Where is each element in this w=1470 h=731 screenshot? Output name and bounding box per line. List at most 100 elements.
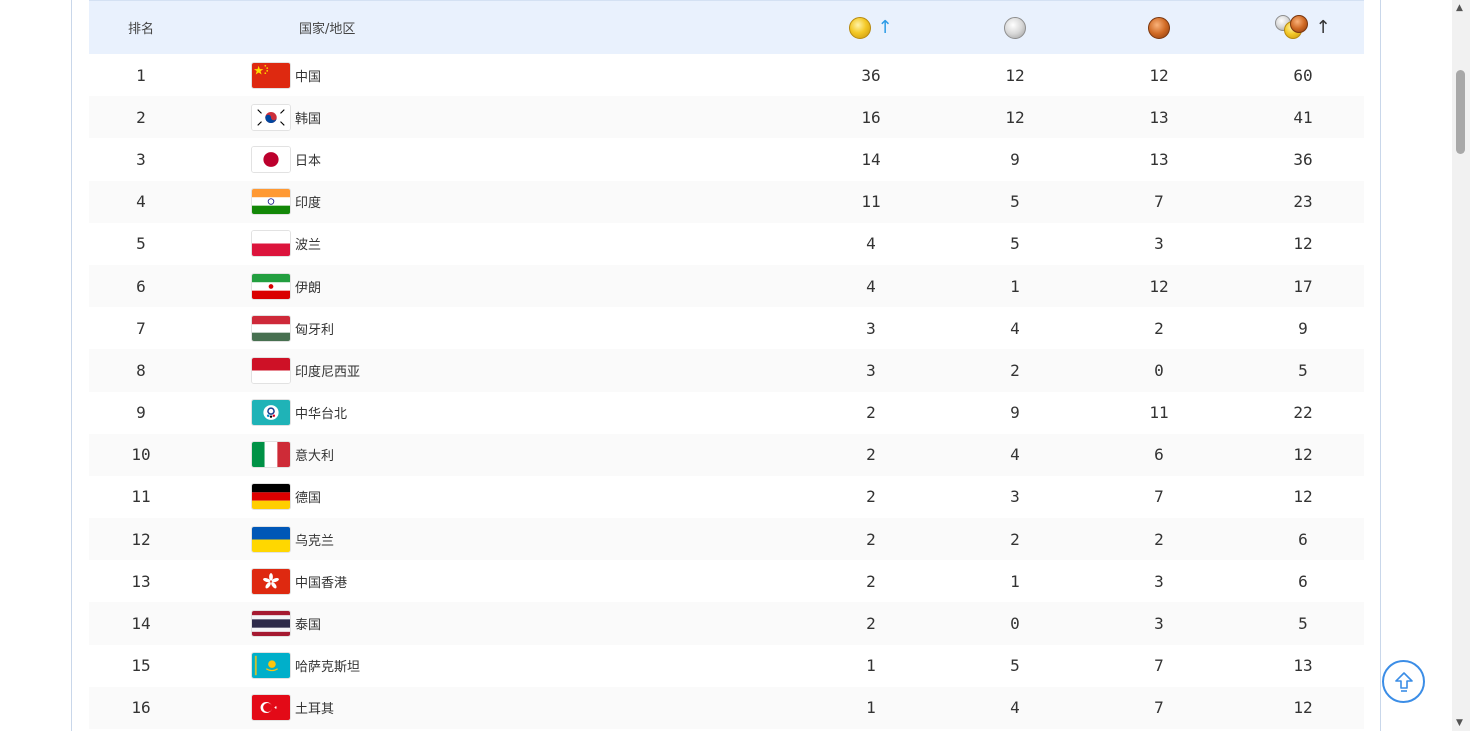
country-cell[interactable]: 日本 — [193, 145, 799, 173]
flag-kz-icon — [251, 652, 291, 680]
arrow-up-icon — [1394, 671, 1413, 692]
rank-cell: 9 — [136, 403, 146, 423]
back-to-top-button[interactable] — [1382, 660, 1425, 703]
country-cell[interactable]: 中华台北 — [193, 399, 799, 427]
table-row: 3 日本 14 9 13 36 — [89, 138, 1364, 180]
rank-cell: 14 — [131, 614, 151, 634]
rank-cell: 16 — [131, 698, 151, 718]
country-cell[interactable]: 波兰 — [193, 230, 799, 258]
country-cell[interactable]: 乌克兰 — [193, 525, 799, 553]
flag-cn-icon — [251, 61, 291, 89]
bronze-count: 12 — [1149, 276, 1169, 296]
table-row: 15 哈萨克斯坦 1 5 7 13 — [89, 645, 1364, 687]
silver-count: 12 — [1005, 65, 1025, 85]
country-name: 日本 — [295, 153, 322, 169]
country-name: 印度尼西亚 — [295, 364, 361, 380]
gold-count: 4 — [866, 234, 876, 254]
gold-count: 16 — [861, 107, 881, 127]
flag-pl-icon — [251, 230, 291, 258]
country-cell[interactable]: 匈牙利 — [193, 314, 799, 342]
country-cell[interactable]: 印度尼西亚 — [193, 356, 799, 384]
header-silver-sort[interactable] — [943, 16, 1087, 39]
table-row: 2 韩国 16 12 13 41 — [89, 96, 1364, 139]
silver-medal-icon — [1004, 16, 1026, 39]
total-count: 6 — [1298, 571, 1308, 591]
header-total-sort[interactable]: ↑ — [1231, 14, 1375, 41]
rank-cell: 4 — [136, 192, 146, 212]
total-count: 9 — [1298, 318, 1308, 338]
table-row: 14 泰国 2 0 3 5 — [89, 602, 1364, 645]
table-row: 4 印度 11 5 7 23 — [89, 180, 1364, 223]
gold-count: 3 — [866, 360, 876, 380]
silver-count: 3 — [1010, 487, 1020, 507]
total-count: 5 — [1298, 614, 1308, 634]
country-name: 伊朗 — [295, 280, 322, 296]
table-row: 7 匈牙利 3 4 2 9 — [89, 307, 1364, 349]
table-row: 5 波兰 4 5 3 12 — [89, 223, 1364, 265]
total-count: 5 — [1298, 360, 1308, 380]
gold-count: 1 — [866, 656, 876, 676]
scroll-thumb[interactable] — [1456, 70, 1465, 154]
country-cell[interactable]: 意大利 — [193, 441, 799, 469]
total-count: 13 — [1293, 656, 1313, 676]
country-cell[interactable]: 伊朗 — [193, 272, 799, 300]
country-cell[interactable]: 土耳其 — [193, 694, 799, 722]
bronze-count: 12 — [1149, 65, 1169, 85]
table-row: 9 中华台北 2 9 11 22 — [89, 392, 1364, 434]
flag-de-icon — [251, 483, 291, 511]
silver-count: 2 — [1010, 360, 1020, 380]
scroll-up-icon[interactable]: ▲ — [1456, 3, 1463, 13]
rank-cell: 5 — [136, 234, 146, 254]
header-country: 国家/地区 — [299, 22, 356, 37]
country-cell[interactable]: 中国 — [193, 61, 799, 89]
country-cell[interactable]: 泰国 — [193, 610, 799, 638]
silver-count: 4 — [1010, 318, 1020, 338]
flag-it-icon — [251, 441, 291, 469]
country-name: 乌克兰 — [295, 533, 335, 549]
country-name: 意大利 — [295, 449, 335, 465]
bronze-count: 6 — [1154, 445, 1164, 465]
header-gold-sort[interactable]: ↑ — [799, 16, 943, 39]
medal-stack-icon — [1275, 14, 1309, 41]
rank-cell: 6 — [136, 276, 146, 296]
silver-count: 9 — [1010, 403, 1020, 423]
country-name: 中华台北 — [295, 407, 348, 423]
silver-count: 5 — [1010, 656, 1020, 676]
rank-cell: 7 — [136, 318, 146, 338]
page-scrollbar[interactable]: ▲ ▼ — [1452, 0, 1470, 731]
total-count: 60 — [1293, 65, 1313, 85]
flag-tpe-icon — [251, 399, 291, 427]
total-count: 36 — [1293, 149, 1313, 169]
country-name: 印度 — [295, 196, 322, 212]
medal-table: 排名 国家/地区 ↑ ↑ 1 中国 36 12 12 60 2 韩国 16 12 13 41 — [89, 0, 1364, 729]
country-name: 中国香港 — [295, 575, 348, 591]
sort-arrow-icon: ↑ — [1315, 16, 1331, 38]
silver-count: 5 — [1010, 192, 1020, 212]
country-cell[interactable]: 韩国 — [193, 103, 799, 131]
rank-cell: 13 — [131, 571, 151, 591]
scroll-down-icon[interactable]: ▼ — [1456, 718, 1463, 728]
gold-count: 11 — [861, 192, 881, 212]
table-row: 6 伊朗 4 1 12 17 — [89, 264, 1364, 308]
total-count: 22 — [1293, 403, 1313, 423]
gold-medal-icon — [849, 16, 872, 39]
country-cell[interactable]: 中国香港 — [193, 567, 799, 595]
country-cell[interactable]: 哈萨克斯坦 — [193, 652, 799, 680]
bronze-count: 13 — [1149, 149, 1169, 169]
rank-cell: 10 — [131, 445, 151, 465]
header-bronze-sort[interactable] — [1087, 16, 1231, 39]
rank-cell: 3 — [136, 149, 146, 169]
bronze-count: 0 — [1154, 360, 1164, 380]
rank-cell: 12 — [131, 529, 151, 549]
country-name: 韩国 — [295, 111, 322, 127]
country-name: 哈萨克斯坦 — [295, 660, 361, 676]
total-count: 12 — [1293, 698, 1313, 718]
bronze-count: 3 — [1154, 234, 1164, 254]
gold-count: 2 — [866, 529, 876, 549]
country-cell[interactable]: 德国 — [193, 483, 799, 511]
country-name: 中国 — [295, 69, 322, 85]
table-row: 1 中国 36 12 12 60 — [89, 54, 1364, 96]
bronze-count: 2 — [1154, 529, 1164, 549]
country-cell[interactable]: 印度 — [193, 188, 799, 216]
total-count: 41 — [1293, 107, 1313, 127]
